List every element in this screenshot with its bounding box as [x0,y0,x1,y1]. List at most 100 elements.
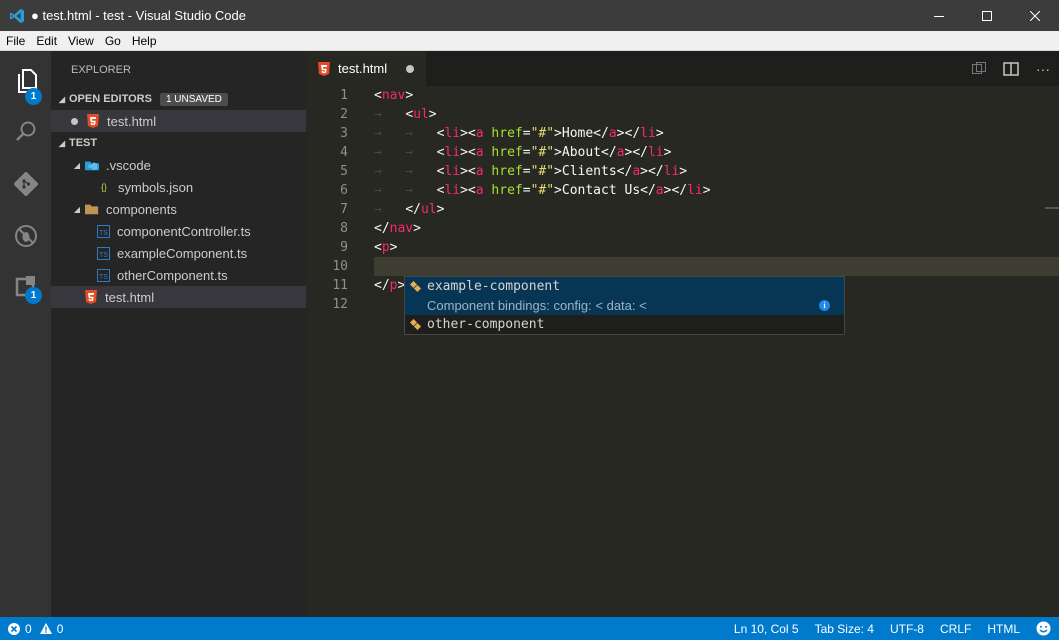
code-token: li [444,183,461,198]
tab-test-html[interactable]: test.html [306,51,426,86]
split-editor-button[interactable] [995,61,1027,76]
tree-file-ts[interactable]: TS componentController.ts [51,220,306,242]
code-token: a [475,126,484,141]
code-token: ></ [640,164,664,179]
workspace-label: TEST [69,137,98,149]
explorer-badge: 1 [25,88,42,105]
menu-view[interactable]: View [62,34,99,48]
unsaved-dot-icon[interactable] [406,65,414,73]
code-token: li [444,145,461,160]
git-icon [13,172,38,196]
workspace-header[interactable]: ◢ TEST [51,132,306,154]
menu-go[interactable]: Go [99,34,126,48]
code-token: </ [374,221,390,236]
code-token: a [475,164,484,179]
code-line: <p> [374,238,397,257]
split-editor-icon [1003,61,1019,76]
smiley-icon [1036,621,1051,636]
code-token: "#" [530,145,555,160]
tree-file-symbols[interactable]: {} symbols.json [51,176,306,198]
activity-bar: 1 1 [0,51,51,617]
search-icon [15,121,35,141]
suggest-item-example-component[interactable]: example-component [405,277,844,296]
code-token: >Clients</ [554,164,633,179]
tree-file-ts[interactable]: TS otherComponent.ts [51,264,306,286]
code-token: "#" [530,183,555,198]
close-button[interactable] [1011,0,1059,31]
line-number: 7 [340,202,348,217]
code-token: > [679,164,688,179]
html5-icon [84,290,98,304]
problems-status[interactable]: 0 0 [0,622,63,636]
suggest-item-other-component[interactable]: other-component [405,315,844,334]
svg-text:TS: TS [99,274,108,281]
code-token: = [522,145,531,160]
open-editor-item[interactable]: test.html [51,110,306,132]
suggest-widget: example-component Component bindings: co… [404,276,845,335]
line-ending[interactable]: CRLF [932,622,979,636]
editor-scrollbar[interactable] [1045,86,1059,617]
snippet-icon [405,280,427,293]
file-label: test.html [105,289,155,305]
code-token: >< [460,145,476,160]
code-token: ></ [624,145,648,160]
suggest-label: example-component [427,279,561,294]
whitespace-marker: → → [374,145,437,160]
activity-search[interactable] [0,107,51,157]
minimize-icon [934,15,944,17]
line-number: 12 [332,297,348,312]
code-token: >Home</ [554,126,609,141]
menu-help[interactable]: Help [126,34,162,48]
vscode-folder-icon [85,158,99,172]
code-token: >< [460,126,476,141]
maximize-button[interactable] [963,0,1011,31]
code-token: ul [413,107,429,122]
error-count: 0 [25,621,32,636]
encoding[interactable]: UTF-8 [882,622,932,636]
unsaved-dot-icon [71,117,78,125]
code-line: → → <li><a href="#">Contact Us</a></li> [374,181,711,200]
tree-file-html[interactable]: test.html [51,286,306,308]
more-actions-button[interactable]: ··· [1027,61,1059,77]
open-changes-button[interactable] [963,61,995,77]
code-token: >Contact Us</ [554,183,656,198]
tree-file-ts[interactable]: TS exampleComponent.ts [51,242,306,264]
line-number: 4 [340,145,348,160]
current-line-highlight [374,257,1059,276]
feedback-button[interactable] [1028,621,1059,636]
info-icon[interactable]: i [819,300,830,311]
code-editor[interactable]: 1 2 3 4 5 6 7 8 9 10 11 12 <nav> → <ul> → → <li><a hr… [306,86,1059,617]
activity-source-control[interactable] [0,159,51,209]
code-token: < [374,88,382,103]
code-line: </nav> [374,219,421,238]
code-token: > [655,126,664,141]
code-token: a [608,126,617,141]
code-line: → → <li><a href="#">Home</a></li> [374,124,664,143]
line-number: 3 [340,126,348,141]
code-token: li [640,126,656,141]
language-mode[interactable]: HTML [979,622,1028,636]
minimize-button[interactable] [915,0,963,31]
code-token: "#" [530,126,555,141]
tab-size[interactable]: Tab Size: 4 [807,622,882,636]
tree-folder-components[interactable]: ◢ components [51,198,306,220]
code-token: a [655,183,664,198]
menu-bar: File Edit View Go Help [0,31,1059,51]
activity-extensions[interactable]: 1 [0,261,51,311]
menu-file[interactable]: File [0,34,30,48]
activity-explorer[interactable]: 1 [0,56,51,106]
suggest-label: other-component [427,317,545,332]
code-line: → </ul> [374,200,444,219]
code-line: → → <li><a href="#">About</a></li> [374,143,671,162]
cursor-position[interactable]: Ln 10, Col 5 [726,622,807,636]
code-token: li [444,126,461,141]
open-editors-header[interactable]: ◢ OPEN EDITORS 1 UNSAVED [51,88,306,110]
folder-label: .vscode [106,157,151,173]
menu-edit[interactable]: Edit [30,34,62,48]
code-token: < [405,107,414,122]
error-icon [8,622,20,635]
suggest-detail: Component bindings: config: < data: < i [405,296,844,315]
tree-folder-vscode[interactable]: ◢ .vscode [51,154,306,176]
activity-debug[interactable] [0,211,51,261]
code-token: = [522,126,531,141]
